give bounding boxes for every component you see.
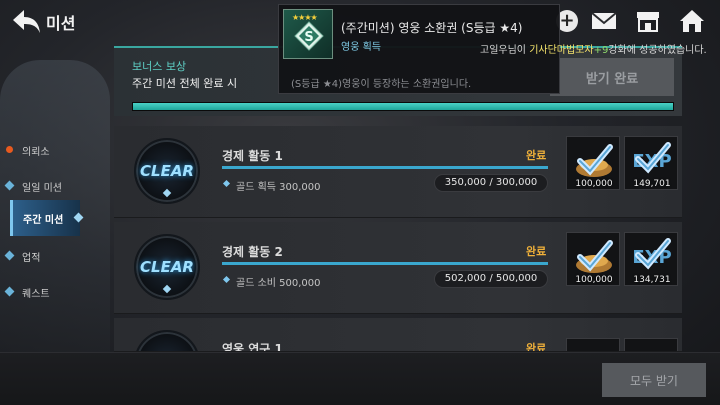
- broadcast-suffix: 강화에 성공하였습니다.: [608, 45, 707, 56]
- mission-progress-line: [222, 166, 548, 169]
- reward-gold[interactable]: [566, 338, 620, 351]
- clear-badge: CLEAR: [134, 234, 200, 300]
- reward-amount: 149,701: [633, 179, 671, 189]
- sidebar-item-daily-mission[interactable]: 일일 미션: [0, 172, 84, 200]
- reward-amount: 100,000: [575, 179, 613, 189]
- mission-row[interactable]: CLEAR 경제 활동 1 완료 골드 획득 300,000 350,000 /…: [114, 126, 682, 218]
- page-title: 미션: [46, 14, 76, 33]
- sidebar-item-label: 주간 미션: [23, 215, 64, 226]
- broadcast-text: 님이: [507, 45, 530, 56]
- mission-badge: [134, 330, 200, 351]
- mission-title: 경제 활동 2: [222, 245, 283, 259]
- reward-exp[interactable]: [624, 338, 678, 351]
- grade-letter: S: [304, 30, 313, 45]
- reward-amount: 134,731: [633, 275, 671, 285]
- footer-bar: 모두 받기: [0, 352, 720, 405]
- notification-subtitle: 영웅 획득: [341, 42, 381, 53]
- notification-title: (주간미션) 영웅 소환권 (S등급 ★4): [341, 21, 523, 35]
- diamond-icon: [222, 179, 231, 188]
- bonus-progress-fill: [133, 103, 673, 110]
- mission-title: 영웅 연구 1: [222, 342, 283, 352]
- gem-icon: [162, 284, 172, 294]
- clear-badge: CLEAR: [134, 138, 200, 204]
- sidebar-item-label: 업적: [22, 253, 41, 264]
- mission-row[interactable]: CLEAR 경제 활동 2 완료 골드 소비 500,000 502,000 /…: [114, 222, 682, 314]
- diamond-icon: [4, 180, 15, 191]
- sidebar-item-label: 의뢰소: [22, 147, 50, 158]
- broadcast-item: 기사단마법모자: [529, 45, 594, 56]
- reward-gold[interactable]: 100,000: [566, 232, 620, 286]
- broadcast-enhance-level: +9: [593, 45, 609, 56]
- bonus-title: 보너스 보상: [132, 60, 187, 73]
- mission-progress-count: 350,000 / 300,000: [434, 174, 548, 192]
- shop-icon[interactable]: [634, 8, 662, 34]
- home-icon[interactable]: [678, 8, 706, 34]
- sidebar-item-label: 퀘스트: [22, 289, 50, 300]
- gold-pile-icon: [576, 144, 613, 177]
- receive-all-button[interactable]: 모두 받기: [602, 363, 706, 397]
- diamond-icon: [4, 250, 15, 261]
- mission-status: 완료: [526, 342, 547, 352]
- diamond-icon: [4, 286, 15, 297]
- broadcast-user: 고일우: [480, 45, 508, 56]
- mission-progress-count: 502,000 / 500,000: [434, 270, 548, 288]
- gem-icon: [162, 188, 172, 198]
- broadcast-message: 고일우님이 기사단마법모자+9강화에 성공하였습니다.: [480, 41, 707, 56]
- mail-icon[interactable]: [590, 8, 618, 34]
- sidebar-item-achievement[interactable]: 업적: [0, 242, 84, 270]
- back-arrow-icon[interactable]: [10, 6, 42, 36]
- gold-pile-icon: [576, 240, 613, 273]
- reward-amount: 100,000: [575, 275, 613, 285]
- sidebar-item-label: 일일 미션: [22, 183, 62, 194]
- mission-row[interactable]: 영웅 연구 1 완료: [114, 318, 682, 352]
- exp-icon: EXP: [632, 142, 672, 174]
- sidebar-item-request[interactable]: 의뢰소: [0, 136, 84, 164]
- clear-label: CLEAR: [140, 258, 194, 276]
- reward-exp[interactable]: EXP 134,731: [624, 232, 678, 286]
- mission-progress-line: [222, 262, 548, 265]
- mission-description: 골드 획득 300,000: [236, 182, 321, 193]
- exp-icon: EXP: [632, 238, 672, 270]
- bonus-subtitle: 주간 미션 전체 완료 시: [132, 77, 238, 90]
- diamond-badge-icon: S: [294, 21, 324, 51]
- reward-exp[interactable]: EXP 149,701: [624, 136, 678, 190]
- sidebar-item-quest[interactable]: 퀘스트: [0, 278, 84, 306]
- mission-status: 완료: [526, 245, 547, 258]
- mission-title: 경제 활동 1: [222, 149, 283, 163]
- mission-status: 완료: [526, 149, 547, 162]
- summon-ticket-icon: ★★★★ S: [283, 9, 333, 59]
- bonus-progress-bar: [132, 102, 674, 111]
- mission-description: 골드 소비 500,000: [236, 278, 321, 289]
- clear-label: CLEAR: [140, 162, 194, 180]
- diamond-icon: [222, 275, 231, 284]
- sidebar-item-weekly-mission[interactable]: 주간 미션: [10, 200, 84, 236]
- alert-dot-icon: [6, 146, 13, 153]
- notification-description: (S등급 ★4)영웅이 등장하는 소환권입니다.: [291, 79, 472, 90]
- reward-gold[interactable]: 100,000: [566, 136, 620, 190]
- claim-complete-button[interactable]: 받기 완료: [550, 58, 674, 96]
